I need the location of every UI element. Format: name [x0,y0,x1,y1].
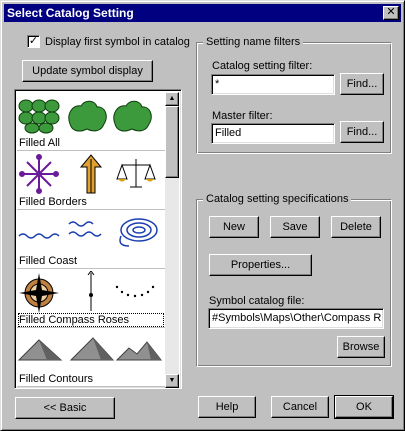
catalog-setting-filter-label: Catalog setting filter: [212,60,313,72]
list-item-label: Filled Compass Roses [18,313,164,327]
new-button[interactable]: New [209,216,259,238]
update-symbol-display-button[interactable]: Update symbol display [22,60,153,82]
basic-button[interactable]: << Basic [15,397,115,419]
window-title: Select Catalog Setting [7,6,134,20]
scroll-down-button[interactable]: ▼ [165,374,179,388]
close-button[interactable]: ✕ [383,6,399,20]
master-filter-input[interactable]: Filled [211,123,335,144]
master-filter-label: Master filter: [212,110,273,122]
list-item-label: Filled Coast [19,255,78,267]
delete-button[interactable]: Delete [331,216,381,238]
scroll-thumb[interactable] [165,106,179,178]
group-title: Catalog setting specifications [203,192,352,206]
catalog-filter-find-button[interactable]: Find... [340,73,384,95]
list-item-label: Filled All [19,137,60,149]
scroll-up-button[interactable]: ▲ [165,92,179,106]
symbol-catalog-file-input[interactable]: #Symbols\Maps\Other\Compass R [208,308,384,329]
list-item-label: Filled Borders [19,196,87,208]
filled-borders-preview-icon [19,154,156,194]
list-scrollbar[interactable]: ▲ ▼ [165,92,179,388]
save-button[interactable]: Save [270,216,320,238]
list-item-filled-compass-roses[interactable]: Filled Compass Roses [17,269,165,328]
list-item-filled-borders[interactable]: Filled Borders [17,151,165,210]
group-title: Setting name filters [203,35,304,49]
properties-button[interactable]: Properties... [209,254,312,276]
symbol-catalog-file-label: Symbol catalog file: [209,295,305,307]
help-button[interactable]: Help [198,396,256,418]
ok-button[interactable]: OK [334,395,394,419]
list-item-filled-contours[interactable]: Filled Contours [17,328,165,387]
setting-name-filters-group: Setting name filters Catalog setting fil… [196,35,392,154]
catalog-setting-filter-input[interactable]: * [211,74,335,95]
display-first-symbol-label[interactable]: Display first symbol in catalog [45,35,190,49]
list-item-label: Filled Contours [19,373,93,385]
list-item-filled-coast[interactable]: Filled Coast [17,210,165,269]
display-first-symbol-checkbox[interactable]: ✓ [27,35,40,48]
master-filter-find-button[interactable]: Find... [340,121,384,143]
filled-all-preview-icon [18,99,152,134]
catalog-listbox[interactable]: Filled All Filled Borders Filled Coast F… [14,89,182,389]
list-item-filled-all[interactable]: Filled All [17,92,165,151]
filled-compass-roses-preview-icon [19,271,155,313]
title-bar: Select Catalog Setting ✕ [4,4,401,22]
cancel-button[interactable]: Cancel [271,396,329,418]
filled-coast-preview-icon [18,218,158,247]
browse-button[interactable]: Browse [337,336,385,358]
dialog-window: Select Catalog Setting ✕ ✓ Display first… [0,0,405,431]
catalog-setting-specifications-group: Catalog setting specifications New Save … [196,192,392,367]
filled-contours-preview-icon [17,337,163,361]
